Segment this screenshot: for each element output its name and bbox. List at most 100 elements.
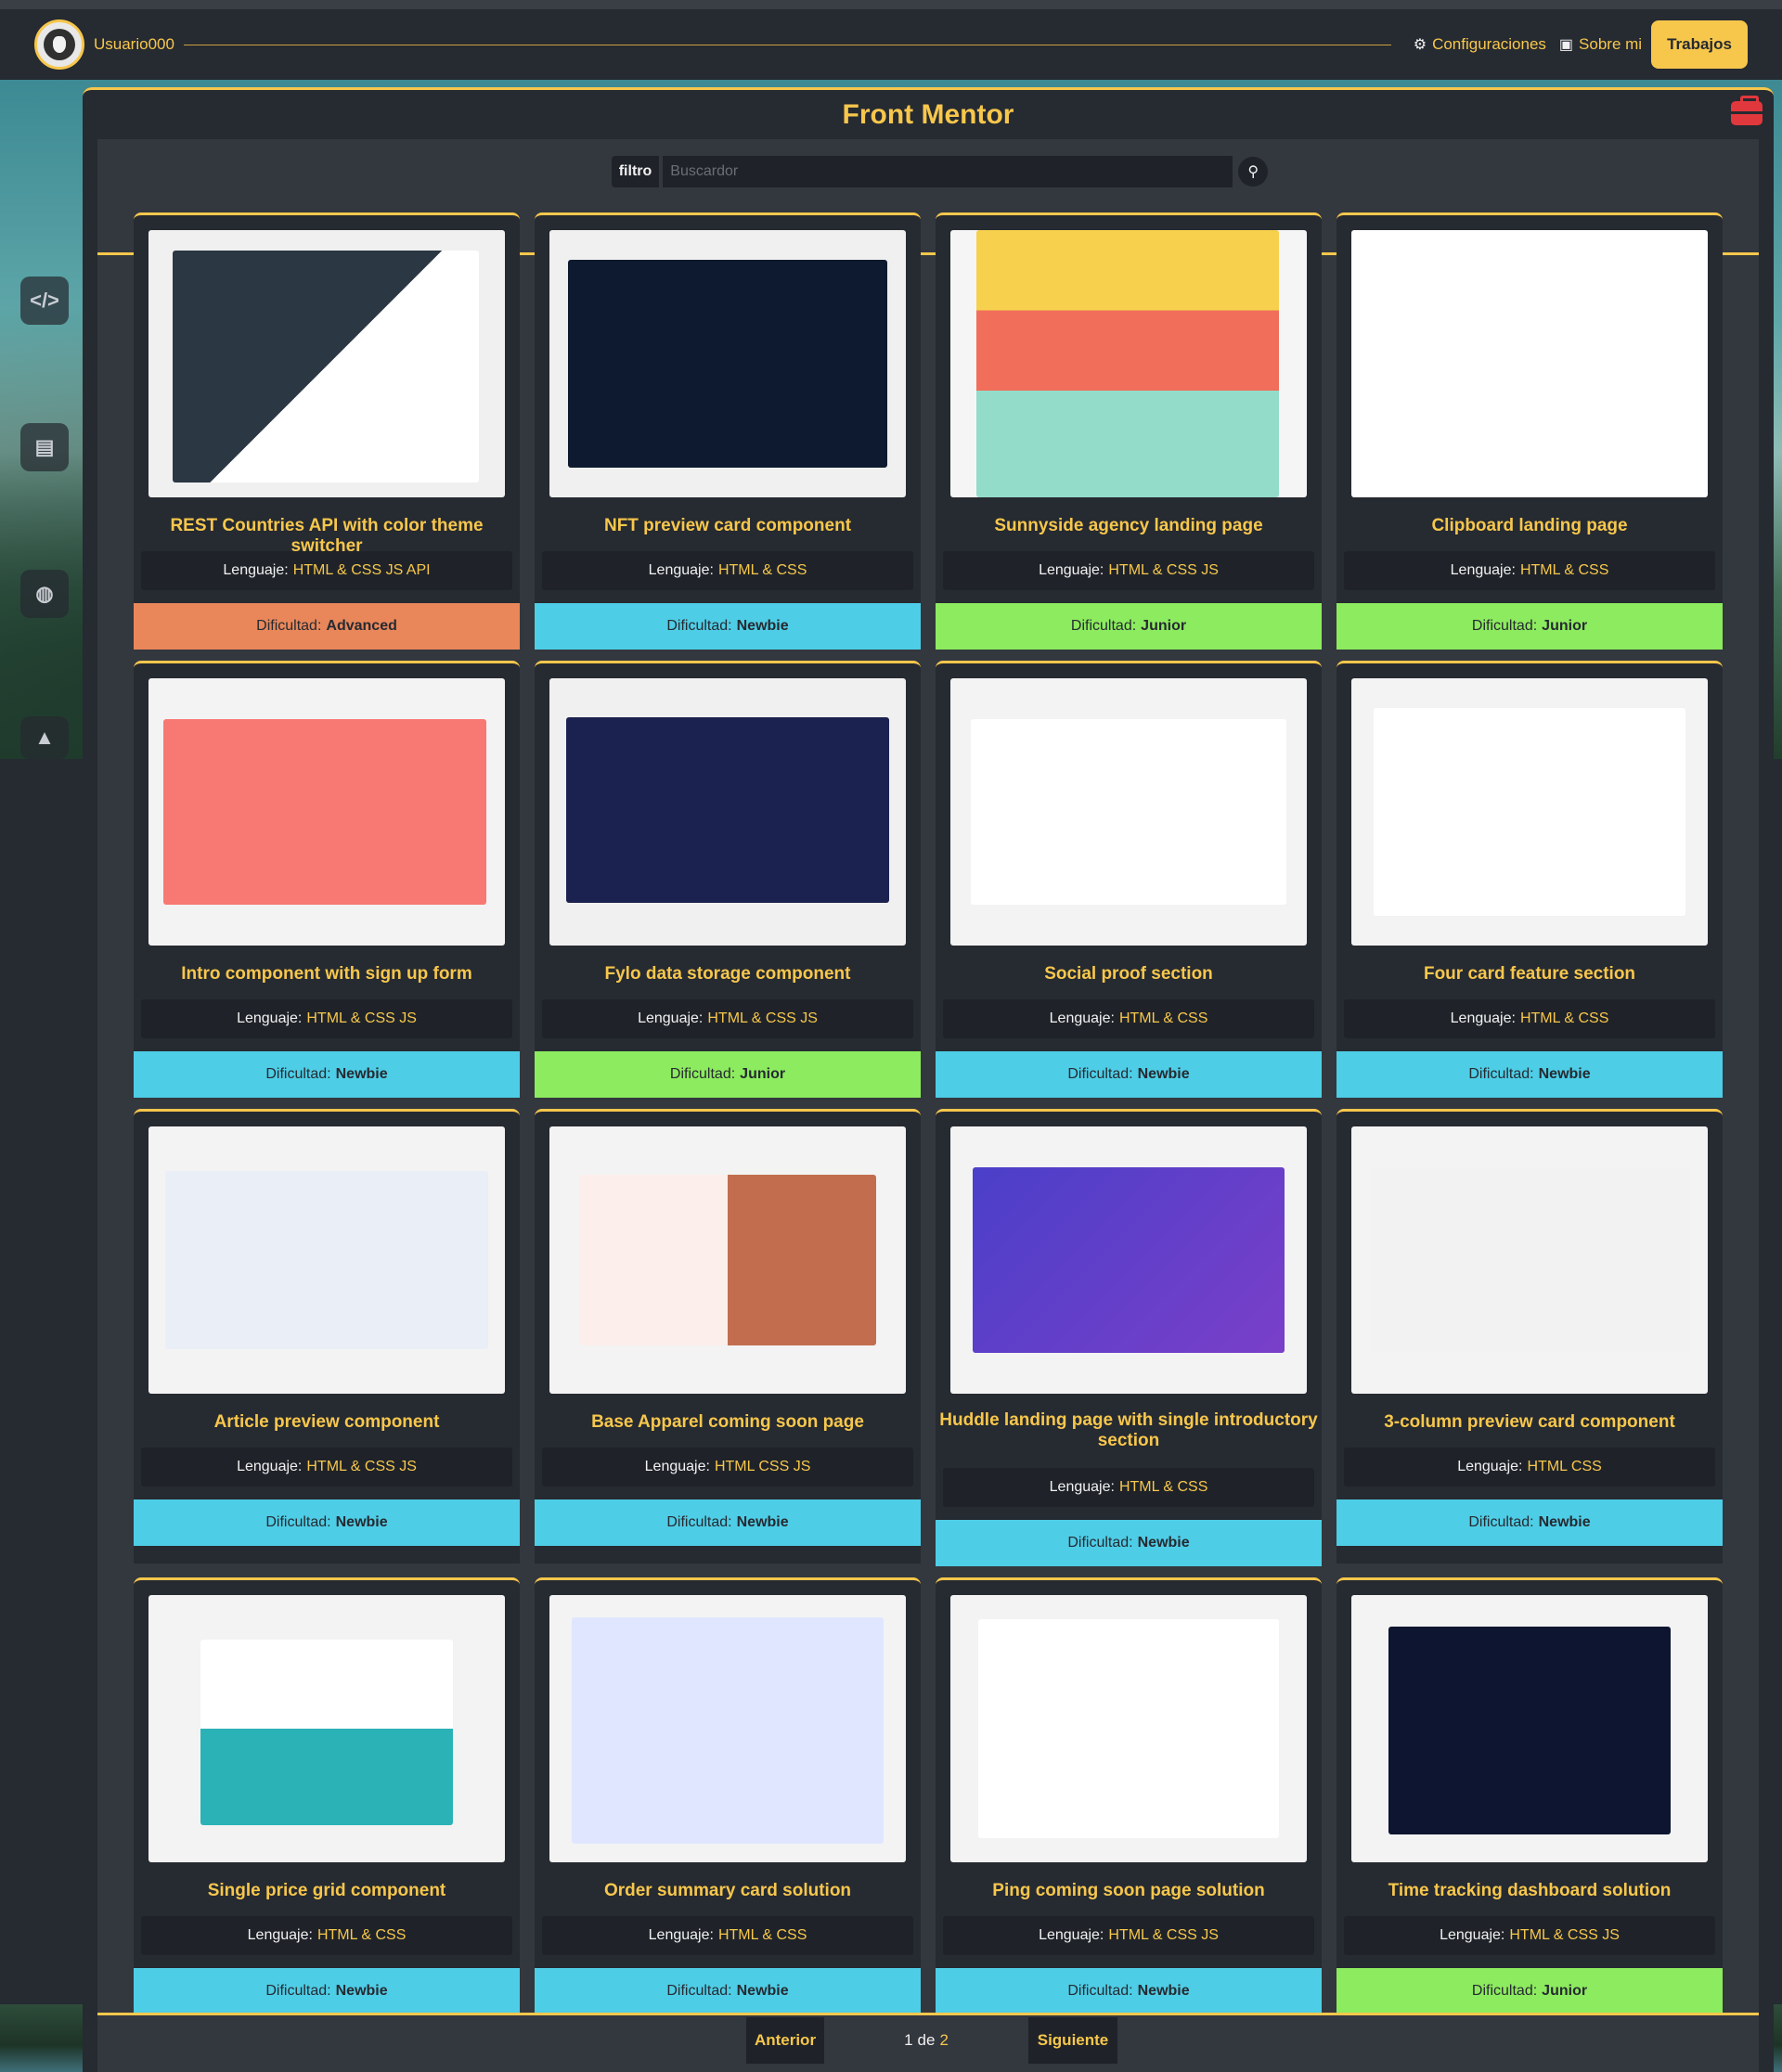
project-card[interactable]: Ping coming soon page solution Lenguaje: H… — [936, 1577, 1322, 2014]
project-preview-image — [566, 717, 889, 903]
project-thumbnail[interactable] — [148, 678, 505, 946]
project-difficulty-badge: Dificultad: Newbie — [134, 1968, 520, 2014]
username[interactable]: Usuario000 — [94, 35, 174, 54]
project-thumbnail[interactable] — [950, 230, 1307, 497]
project-thumbnail[interactable] — [148, 230, 505, 497]
project-card[interactable]: Clipboard landing page Lenguaje: HTML & CS… — [1336, 212, 1723, 650]
project-preview-image — [200, 1640, 453, 1825]
language-label: Lenguaje: — [1039, 562, 1104, 578]
total-pages: 2 — [939, 2031, 949, 2049]
project-difficulty-badge: Dificultad: Newbie — [936, 1051, 1322, 1098]
project-thumbnail[interactable] — [549, 678, 906, 946]
search-input[interactable] — [663, 156, 1233, 187]
difficulty-value: Junior — [1542, 618, 1588, 634]
project-thumbnail[interactable] — [950, 1595, 1307, 1862]
language-value: HTML & CSS — [316, 1927, 407, 1943]
project-thumbnail[interactable] — [1351, 678, 1708, 946]
project-card[interactable]: Time tracking dashboard solution Lenguaje… — [1336, 1577, 1723, 2014]
language-value: HTML & CSS — [1519, 562, 1609, 578]
nav-link-configuraciones[interactable]: ⚙ Configuraciones — [1414, 35, 1546, 54]
project-card[interactable]: Sunnyside agency landing page Lenguaje: HT… — [936, 212, 1322, 650]
difficulty-value: Newbie — [335, 1514, 388, 1530]
project-preview-image — [1405, 230, 1654, 497]
project-language: Lenguaje: HTML & CSS — [141, 1916, 512, 1955]
project-language: Lenguaje: HTML & CSS JS — [943, 1916, 1314, 1955]
difficulty-label: Dificultad: — [265, 1983, 331, 1999]
project-card[interactable]: Base Apparel coming soon page Lenguaje: HT… — [535, 1109, 921, 1564]
project-title[interactable]: Huddle landing page with single introduc… — [936, 1410, 1322, 1451]
briefcase-icon — [1731, 96, 1763, 125]
language-value: HTML & CSS — [1118, 1010, 1208, 1026]
id-card-icon[interactable]: ▤ — [20, 423, 69, 471]
prev-page-button[interactable]: Anterior — [746, 2017, 824, 2064]
project-title[interactable]: Time tracking dashboard solution — [1336, 1881, 1723, 1901]
project-title[interactable]: Clipboard landing page — [1336, 516, 1723, 536]
next-page-button[interactable]: Siguiente — [1028, 2017, 1117, 2064]
language-value: HTML & CSS JS — [306, 1459, 417, 1474]
language-label: Lenguaje: — [247, 1927, 313, 1943]
search-icon[interactable]: ⚲ — [1238, 157, 1269, 187]
project-language: Lenguaje: HTML & CSS — [542, 551, 913, 590]
project-title[interactable]: Article preview component — [134, 1412, 520, 1433]
project-card[interactable]: Order summary card solution Lenguaje: HTML… — [535, 1577, 921, 2014]
project-difficulty-badge: Dificultad: Junior — [1336, 603, 1723, 650]
difficulty-label: Dificultad: — [1067, 1983, 1133, 1999]
project-thumbnail[interactable] — [549, 230, 906, 497]
language-label: Lenguaje: — [223, 562, 289, 578]
project-thumbnail[interactable] — [1351, 1126, 1708, 1394]
pagination-divider — [97, 2013, 1759, 2015]
project-card[interactable]: Huddle landing page with single introduc… — [936, 1109, 1322, 1566]
project-title[interactable]: Sunnyside agency landing page — [936, 516, 1322, 536]
avatar[interactable] — [34, 19, 84, 70]
project-title[interactable]: NFT preview card component — [535, 516, 921, 536]
project-thumbnail[interactable] — [1351, 1595, 1708, 1862]
language-value: HTML & CSS JS — [306, 1010, 417, 1026]
project-thumbnail[interactable] — [549, 1595, 906, 1862]
project-card[interactable]: 3-column preview card component Lenguaje:… — [1336, 1109, 1723, 1564]
gear-icon: ⚙ — [1413, 37, 1427, 53]
project-title[interactable]: Base Apparel coming soon page — [535, 1412, 921, 1433]
project-thumbnail[interactable] — [950, 1126, 1307, 1394]
project-language: Lenguaje: HTML & CSS — [943, 1468, 1314, 1507]
nav-link-sobre-mi[interactable]: ▣ Sobre mi — [1559, 35, 1642, 54]
difficulty-label: Dificultad: — [669, 1066, 736, 1082]
project-language: Lenguaje: HTML & CSS — [943, 999, 1314, 1038]
project-card[interactable]: Intro component with sign up form Lenguaj… — [134, 661, 520, 1098]
project-title[interactable]: Ping coming soon page solution — [936, 1881, 1322, 1901]
language-label: Lenguaje: — [648, 562, 714, 578]
project-thumbnail[interactable] — [148, 1595, 505, 1862]
project-title[interactable]: Intro component with sign up form — [134, 964, 520, 985]
gamepad-icon[interactable]: ◍ — [20, 570, 69, 618]
project-thumbnail[interactable] — [1351, 230, 1708, 497]
project-card[interactable]: Article preview component Lenguaje: HTML &… — [134, 1109, 520, 1564]
project-title[interactable]: Four card feature section — [1336, 964, 1723, 985]
project-thumbnail[interactable] — [950, 678, 1307, 946]
difficulty-label: Dificultad: — [1067, 1066, 1133, 1082]
nav-link-label: Configuraciones — [1432, 35, 1546, 53]
project-title[interactable]: 3-column preview card component — [1336, 1412, 1723, 1433]
filter-bar: filtro ⚲ — [97, 139, 1759, 204]
project-card[interactable]: Social proof section Lenguaje: HTML & CSS D… — [936, 661, 1322, 1098]
top-strip — [0, 0, 1782, 9]
project-thumbnail[interactable] — [148, 1126, 505, 1394]
project-card[interactable]: Fylo data storage component Lenguaje: HTML… — [535, 661, 921, 1098]
language-value: HTML & CSS — [717, 1927, 807, 1943]
difficulty-label: Dificultad: — [1468, 1066, 1534, 1082]
project-title[interactable]: Order summary card solution — [535, 1881, 921, 1901]
project-card[interactable]: Single price grid component Lenguaje: HTML… — [134, 1577, 520, 2014]
project-card[interactable]: REST Countries API with color theme swit… — [134, 212, 520, 650]
language-label: Lenguaje: — [1450, 562, 1516, 578]
project-title[interactable]: Social proof section — [936, 964, 1322, 985]
hat-icon[interactable]: ▲ — [20, 716, 69, 759]
code-icon[interactable]: </> — [20, 277, 69, 325]
trabajos-button[interactable]: Trabajos — [1651, 20, 1748, 69]
difficulty-label: Dificultad: — [1471, 1983, 1538, 1999]
project-thumbnail[interactable] — [549, 1126, 906, 1394]
project-card[interactable]: Four card feature section Lenguaje: HTML &… — [1336, 661, 1723, 1098]
project-card[interactable]: NFT preview card component Lenguaje: HTML … — [535, 212, 921, 650]
project-title[interactable]: Fylo data storage component — [535, 964, 921, 985]
project-title[interactable]: Single price grid component — [134, 1881, 520, 1901]
difficulty-value: Junior — [1141, 618, 1187, 634]
project-language: Lenguaje: HTML CSS — [1344, 1448, 1715, 1486]
project-preview-image — [1370, 1167, 1689, 1353]
